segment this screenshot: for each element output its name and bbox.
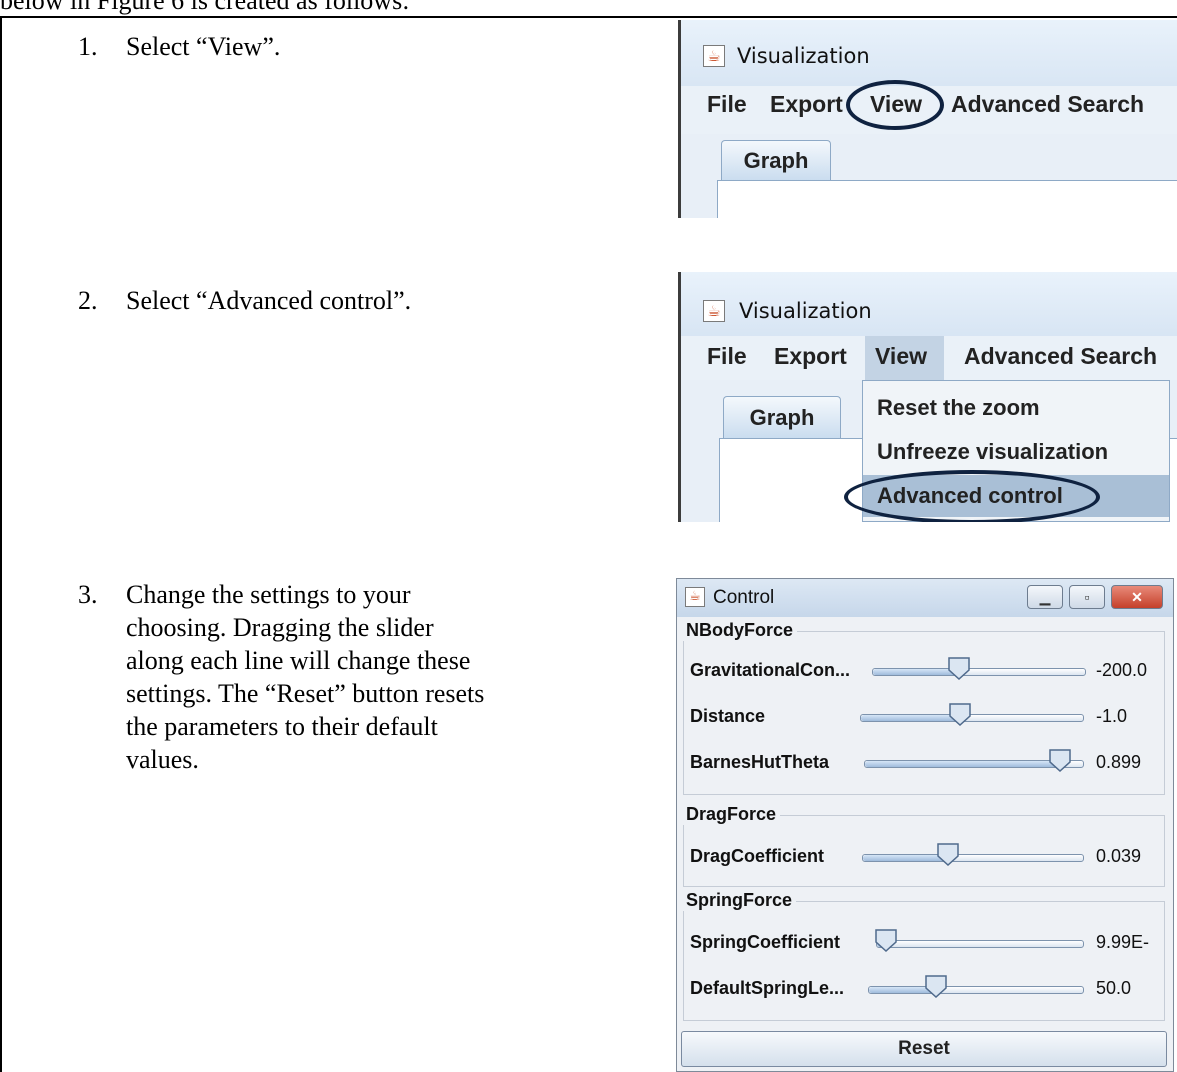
group-nbodyforce: NBodyForce GravitationalCon... -200.0 Di…	[682, 620, 1166, 795]
menu-advanced-search[interactable]: Advanced Search	[951, 91, 1144, 118]
java-icon: ☕	[703, 45, 725, 67]
reset-button[interactable]: Reset	[681, 1031, 1167, 1067]
title-bar: ☕ Visualization	[678, 272, 1177, 342]
group-label: SpringForce	[682, 890, 797, 911]
slider-thumb-icon[interactable]	[1048, 748, 1072, 772]
title-bar: ☕ Visualization	[678, 20, 1177, 96]
slider-track[interactable]	[868, 986, 1084, 994]
window-title: Visualization	[737, 44, 870, 68]
param-distance: Distance -1.0	[684, 700, 1166, 740]
close-icon[interactable]: ✕	[1111, 585, 1163, 609]
param-value: 50.0	[1096, 978, 1132, 998]
slider-track[interactable]	[872, 668, 1086, 676]
control-window: ☕ Control ▁ ▫ ✕ NBodyForce Gravitational…	[676, 578, 1174, 1072]
param-barneshut: BarnesHutTheta 0.899	[684, 746, 1166, 786]
menu-file[interactable]: File	[707, 91, 747, 118]
group-springforce: SpringForce SpringCoefficient 9.99E- Def…	[682, 890, 1166, 1021]
param-label: SpringCoefficient	[690, 932, 841, 952]
menu-item-unfreeze[interactable]: Unfreeze visualization	[863, 431, 1169, 473]
java-icon: ☕	[703, 300, 725, 322]
tab-area: Graph	[678, 134, 1177, 218]
param-label: Distance	[690, 706, 766, 726]
slider-thumb-icon[interactable]	[948, 702, 972, 726]
menu-bar: File Export View Advanced Search	[678, 336, 1177, 380]
table-border-left	[0, 16, 2, 1072]
group-dragforce: DragForce DragCoefficient 0.039	[682, 804, 1166, 887]
step-3: 3. Change the settings to your choosing.…	[78, 578, 658, 808]
slider-track[interactable]	[860, 714, 1084, 722]
step-text-line: values.	[126, 745, 199, 774]
highlight-circle	[846, 80, 944, 130]
menu-file[interactable]: File	[707, 343, 747, 370]
java-icon: ☕	[685, 587, 705, 607]
control-title: Control	[713, 587, 775, 608]
visualization-window-dropdown: ☕ Visualization File Export View Advance…	[678, 272, 1177, 522]
highlight-circle	[844, 470, 1100, 522]
step-text-line: the parameters to their default	[126, 712, 438, 741]
step-number: 2.	[78, 286, 98, 315]
maximize-icon[interactable]: ▫	[1069, 585, 1105, 609]
param-springcoefficient: SpringCoefficient 9.99E-	[684, 926, 1166, 966]
param-label: DragCoefficient	[690, 846, 825, 866]
group-label: NBodyForce	[682, 620, 798, 641]
param-defaultspringlength: DefaultSpringLe... 50.0	[684, 972, 1166, 1012]
param-value: 0.039	[1096, 846, 1142, 866]
slider-fill	[861, 715, 961, 721]
window-title: Visualization	[739, 299, 872, 323]
slider-thumb-icon[interactable]	[874, 928, 898, 952]
param-gravitational: GravitationalCon... -200.0	[684, 654, 1166, 694]
menu-view[interactable]: View	[875, 343, 927, 370]
slider-thumb-icon[interactable]	[947, 656, 971, 680]
step-text-line: Change the settings to your	[126, 580, 411, 609]
step-text-line: choosing. Dragging the slider	[126, 613, 434, 642]
table-border-top	[0, 16, 1177, 18]
slider-thumb-icon[interactable]	[936, 842, 960, 866]
control-title-bar: ☕ Control ▁ ▫ ✕	[677, 579, 1173, 617]
menu-item-reset-zoom[interactable]: Reset the zoom	[863, 387, 1169, 429]
param-value: -200.0	[1096, 660, 1148, 680]
param-value: 0.899	[1096, 752, 1142, 772]
slider-fill	[865, 761, 1062, 767]
tab-graph[interactable]: Graph	[723, 396, 841, 439]
step-text: Select “Advanced control”.	[126, 286, 412, 315]
step-text-line: settings. The “Reset” button resets	[126, 679, 485, 708]
menu-export[interactable]: Export	[774, 343, 847, 370]
group-label: DragForce	[682, 804, 781, 825]
slider-thumb-icon[interactable]	[924, 974, 948, 998]
menu-advanced-search[interactable]: Advanced Search	[964, 343, 1157, 370]
step-text: Select “View”.	[126, 32, 281, 61]
param-label: BarnesHutTheta	[690, 752, 830, 772]
param-value: 9.99E-	[1096, 932, 1150, 952]
slider-track[interactable]	[876, 940, 1084, 948]
step-number: 1.	[78, 32, 98, 61]
param-dragcoefficient: DragCoefficient 0.039	[684, 840, 1166, 880]
visualization-window-view-menu: ☕ Visualization File Export View Advance…	[678, 20, 1177, 218]
step-number: 3.	[78, 580, 98, 609]
tab-graph[interactable]: Graph	[721, 140, 831, 181]
minimize-icon[interactable]: ▁	[1027, 585, 1063, 609]
header-fragment: below in Figure 6 is created as follows:	[0, 0, 410, 15]
param-value: -1.0	[1096, 706, 1128, 726]
step-text-line: along each line will change these	[126, 646, 471, 675]
graph-content	[717, 180, 1177, 218]
slider-track[interactable]	[862, 854, 1084, 862]
param-label: GravitationalCon...	[690, 660, 851, 680]
menu-export[interactable]: Export	[770, 91, 843, 118]
param-label: DefaultSpringLe...	[690, 978, 845, 998]
